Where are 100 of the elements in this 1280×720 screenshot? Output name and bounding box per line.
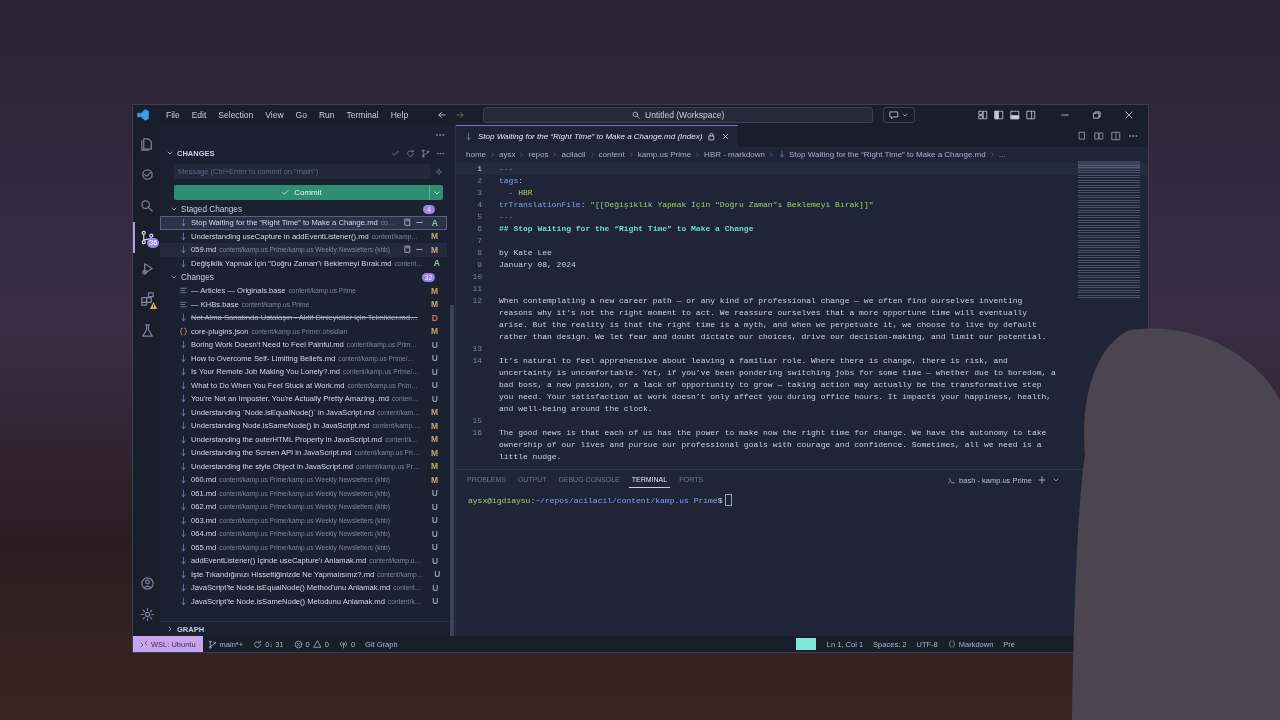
menu-item[interactable]: Run bbox=[313, 108, 340, 122]
status-letter: U bbox=[430, 528, 438, 539]
breadcrumb-item[interactable]: repos bbox=[528, 149, 549, 159]
list-file-icon bbox=[179, 286, 188, 296]
line-number: 5 bbox=[476, 211, 482, 223]
plus-icon[interactable] bbox=[1037, 475, 1047, 485]
line-number: 2 bbox=[476, 175, 482, 187]
code-line: by Kate Lee bbox=[499, 247, 553, 259]
code-line: --- bbox=[499, 163, 515, 175]
status-letter: U bbox=[430, 501, 438, 512]
code-line: When contemplating a new career path — or any kind of professional change — we often find ourselves inventing reasons why it’s not the right moment to act. We reassure ourselves that a more opportune time will eventually arise. But the reality is that the right time is a myth, and when we perpetuate it, we choose to live by default rather than design. We let fear and doubt dictate our choices, drive our decision-making, and limit our potential. bbox=[499, 295, 1048, 343]
markdown-file-icon bbox=[179, 434, 188, 444]
extensions-icon bbox=[140, 292, 155, 307]
check-icon[interactable] bbox=[391, 148, 400, 158]
menu-item[interactable]: Terminal bbox=[341, 108, 384, 122]
line-number: 15 bbox=[471, 415, 482, 427]
breadcrumb-item[interactable]: Stop Waiting for the “Right Time” to Make a Change.md bbox=[789, 149, 986, 159]
line-number: 9 bbox=[476, 259, 482, 271]
markdown-file-icon bbox=[179, 394, 188, 404]
close-icon[interactable] bbox=[1124, 110, 1134, 120]
search-icon bbox=[632, 110, 642, 120]
circle-check-icon bbox=[140, 168, 155, 183]
open-file-icon[interactable] bbox=[403, 245, 412, 255]
line-number: 10 bbox=[471, 271, 482, 283]
broadcast-icon bbox=[338, 639, 348, 649]
refresh-icon[interactable] bbox=[406, 148, 415, 158]
settings-icon bbox=[140, 607, 155, 622]
markdown-file-icon bbox=[778, 150, 786, 158]
terminal-icon bbox=[947, 475, 957, 485]
status-letter: M bbox=[429, 299, 438, 310]
chevron-right-icon bbox=[988, 150, 996, 158]
chevron-right-icon bbox=[768, 150, 775, 158]
code-line: ## Stop Waiting for the “Right Time” to Make a Change bbox=[499, 223, 755, 235]
chat-button[interactable] bbox=[883, 107, 916, 123]
restore-icon[interactable] bbox=[1092, 110, 1102, 120]
menu-item[interactable]: View bbox=[260, 108, 289, 122]
layout-icon[interactable] bbox=[978, 110, 988, 120]
panel-toggle-icon[interactable] bbox=[1010, 110, 1020, 120]
sync-icon bbox=[253, 639, 263, 649]
markdown-file-icon bbox=[179, 245, 188, 255]
breadcrumb-item[interactable]: kamp.us Prime bbox=[637, 149, 692, 159]
code-line: It’s natural to feel apprehensive about leaving a familiar role. Where there is change, there is risk, and uncertainty is uncomfortable. Yet, if you’ve been pondering switching jobs for some time — whether due to boredom, a bad boss, a new passion, or a lack of opportunity to grow — taking action may actually be the transformative step you need. Your satisfaction at work doesn’t only affect you during office hours. It impacts your happiness, health, and well-being around the clock. bbox=[499, 355, 1057, 415]
chevron-down-icon bbox=[901, 111, 910, 119]
editor-tab[interactable]: Stop Waiting for the “Right Time” to Make a Change.md (Index) bbox=[456, 125, 739, 147]
breadcrumb-item[interactable]: HBR - markdown bbox=[704, 149, 765, 159]
code-line: --- bbox=[499, 211, 515, 223]
lock-icon bbox=[707, 132, 717, 141]
breadcrumb-item[interactable]: content bbox=[598, 149, 625, 159]
breadcrumb-item[interactable]: aysx bbox=[499, 149, 516, 159]
code-line: - HBR bbox=[507, 187, 534, 199]
split-editor-icon[interactable] bbox=[1111, 131, 1121, 141]
breadcrumb-item[interactable]: home bbox=[466, 149, 486, 159]
status-letter: U bbox=[430, 542, 438, 553]
command-center[interactable]: Untitled (Workspace) bbox=[483, 107, 874, 123]
status-letter: M bbox=[429, 244, 438, 255]
compare-icon[interactable] bbox=[1094, 131, 1104, 141]
line-number: 16 bbox=[471, 427, 482, 439]
menu-item[interactable]: Edit bbox=[186, 108, 212, 122]
markdown-file-icon bbox=[179, 421, 188, 431]
branch-icon bbox=[207, 639, 217, 649]
chevron-right-icon bbox=[588, 150, 596, 158]
markdown-file-icon bbox=[179, 542, 188, 552]
menu-item[interactable]: Help bbox=[385, 108, 414, 122]
markdown-file-icon bbox=[179, 218, 188, 228]
section-label: Changes bbox=[181, 272, 214, 282]
status-letter: M bbox=[429, 447, 438, 458]
line-number: 8 bbox=[476, 247, 482, 259]
braces-icon bbox=[947, 640, 956, 648]
line-number: 12 bbox=[471, 295, 482, 307]
breadcrumb-item[interactable]: acilacil bbox=[561, 149, 586, 159]
code-line: January 08, 2024 bbox=[499, 259, 577, 271]
menu-item[interactable]: Go bbox=[290, 108, 312, 122]
breadcrumb-item[interactable]: ... bbox=[998, 149, 1006, 159]
forward-arrow-icon[interactable] bbox=[455, 110, 466, 120]
status-letter: M bbox=[429, 420, 438, 431]
status-letter: U bbox=[431, 596, 439, 607]
markdown-file-icon bbox=[464, 132, 473, 141]
files-icon bbox=[140, 137, 155, 152]
code-line: The good news is that each of us has the power to make now the right time for change. We have the autonomy to take ownership of our lives and pursue our professional goals with courage and confidence. Sometimes, all we need is a little nudge. bbox=[499, 427, 1048, 463]
sidebar-toggle-icon[interactable] bbox=[994, 110, 1004, 120]
secondary-sidebar-icon[interactable] bbox=[1026, 110, 1036, 120]
open-changes-icon[interactable] bbox=[1077, 131, 1087, 141]
status-letter: U bbox=[431, 582, 439, 593]
warning-icon bbox=[312, 639, 322, 649]
source-control-icon bbox=[140, 230, 155, 245]
back-arrow-icon[interactable] bbox=[437, 110, 448, 120]
line-number: 7 bbox=[476, 235, 482, 247]
menu-item[interactable]: File bbox=[161, 108, 185, 122]
chevron-right-icon bbox=[518, 150, 526, 158]
branch-icon[interactable] bbox=[421, 148, 430, 158]
line-number: 3 bbox=[476, 187, 482, 199]
chevron-down-icon[interactable] bbox=[1052, 476, 1060, 484]
status-letter: M bbox=[429, 461, 438, 472]
section-label: Staged Changes bbox=[181, 204, 242, 214]
menu-item[interactable]: Selection bbox=[213, 108, 259, 122]
line-number: 14 bbox=[471, 355, 482, 367]
app-logo-icon bbox=[137, 109, 149, 121]
status-letter: U bbox=[430, 366, 438, 377]
open-file-icon[interactable] bbox=[403, 218, 412, 228]
status-letter: U bbox=[430, 515, 438, 526]
